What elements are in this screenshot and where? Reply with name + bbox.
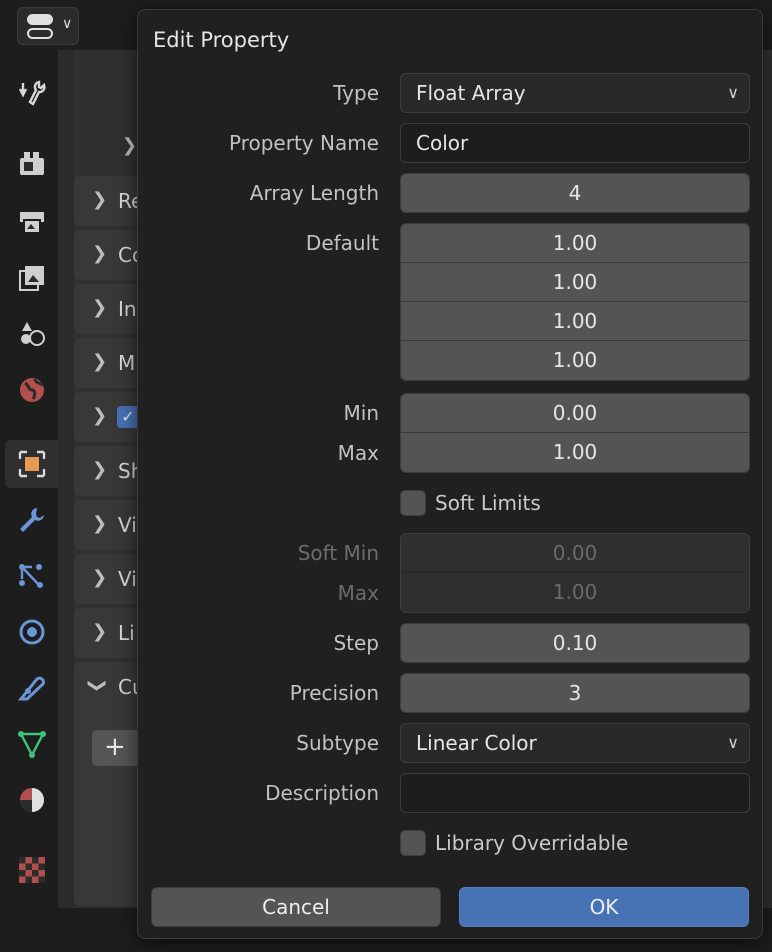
subpanel-enable-checkbox[interactable]: ✓ [117,406,139,428]
chevron-right-icon: ❯ [92,297,108,318]
library-overridable-label: Library Overridable [435,831,629,855]
step-field[interactable]: 0.10 [400,623,750,663]
subpanel-label: Li [118,621,135,645]
checker-texture-icon [19,857,45,883]
default-value-field[interactable]: 1.00 [401,302,749,341]
soft-limits-checkbox-row[interactable]: Soft Limits [400,488,541,518]
default-value-field[interactable]: 1.00 [401,263,749,302]
max-field[interactable]: 1.00 [401,433,749,472]
view-layer-tab[interactable] [5,254,59,302]
description-label: Description [265,781,379,805]
library-overridable-checkbox-row[interactable]: Library Overridable [400,828,628,858]
chevron-right-icon: ❯ [92,351,108,372]
scene-icon [21,322,45,346]
min-label: Min [343,401,380,425]
data-tab[interactable] [5,720,59,768]
chevron-down-icon: ∨ [727,733,739,752]
subpanel-label: M [118,351,136,375]
subtype-dropdown[interactable]: Linear Color ∨ [400,723,750,763]
editor-type-button[interactable]: ∨ [17,7,79,45]
object-icon [18,450,46,478]
texture-tab[interactable] [5,846,59,894]
soft-max-field: 1.00 [401,573,749,612]
soft-min-field: 0.00 [401,534,749,573]
chevron-right-icon: ❯ [92,567,108,588]
properties-tab-bar [5,52,60,908]
array-length-label: Array Length [249,181,379,205]
output-tab[interactable] [5,198,59,246]
library-overridable-checkbox[interactable] [400,830,426,856]
chevron-down-icon: ❯ [87,677,109,694]
type-value: Float Array [416,81,526,105]
tool-tab[interactable] [5,70,59,118]
material-tab[interactable] [5,776,59,824]
constraints-icon [17,676,45,701]
object-tab[interactable] [5,440,59,488]
step-label: Step [333,631,379,655]
wrench-icon [20,508,44,532]
min-max-stack: 0.00 1.00 [400,393,750,473]
type-dropdown[interactable]: Float Array ∨ [400,73,750,113]
particles-icon [19,564,43,588]
chevron-right-icon: ❯ [92,621,108,642]
property-name-label: Property Name [229,131,379,155]
subpanel-label: Vi [118,513,137,537]
constraints-tab[interactable] [5,664,59,712]
soft-limits-label: Soft Limits [435,491,541,515]
array-length-field[interactable]: 4 [400,173,750,213]
type-label: Type [333,81,379,105]
chevron-right-icon: ❯ [92,189,108,210]
soft-min-max-stack: 0.00 1.00 [400,533,750,613]
soft-min-label: Soft Min [297,541,379,565]
min-field[interactable]: 0.00 [401,394,749,433]
default-value-field[interactable]: 1.00 [401,224,749,263]
scene-tab[interactable] [5,310,59,358]
chevron-down-icon: ∨ [62,16,73,32]
material-icon [20,788,44,812]
description-field[interactable] [400,773,750,813]
chevron-right-icon: ❯ [122,135,138,156]
subpanel-label: Vi [118,567,137,591]
toggle-icon [27,28,53,39]
modifiers-tab[interactable] [5,496,59,544]
subpanel-label: In [118,297,137,321]
mesh-data-icon [18,731,46,758]
render-icon [20,152,44,175]
ok-button[interactable]: OK [459,887,749,927]
property-name-field[interactable]: Color [400,123,750,163]
chevron-right-icon: ❯ [92,513,108,534]
world-tab[interactable] [5,366,59,414]
chevron-down-icon: ∨ [727,83,739,102]
physics-tab[interactable] [5,608,59,656]
tool-icon [18,80,46,106]
default-values-stack: 1.00 1.00 1.00 1.00 [400,223,750,381]
edit-property-dialog: Edit Property Type Float Array ∨ Propert… [137,9,763,939]
default-label: Default [305,231,379,255]
add-button[interactable]: + [92,730,142,766]
chevron-right-icon: ❯ [92,459,108,480]
subtype-value: Linear Color [416,731,537,755]
view-layer-icon [19,266,44,291]
soft-max-label: Max [337,581,379,605]
chevron-right-icon: ❯ [92,405,108,426]
world-icon [20,378,44,402]
precision-field[interactable]: 3 [400,673,750,713]
render-tab[interactable] [5,140,59,188]
cancel-button[interactable]: Cancel [151,887,441,927]
subtype-label: Subtype [296,731,379,755]
dialog-title: Edit Property [153,28,290,52]
chevron-right-icon: ❯ [92,243,108,264]
precision-label: Precision [289,681,379,705]
soft-limits-checkbox[interactable] [400,490,426,516]
physics-icon [19,619,45,645]
particles-tab[interactable] [5,552,59,600]
toggle-icon [27,14,53,25]
output-icon [20,212,44,234]
default-value-field[interactable]: 1.00 [401,341,749,380]
max-label: Max [337,441,379,465]
